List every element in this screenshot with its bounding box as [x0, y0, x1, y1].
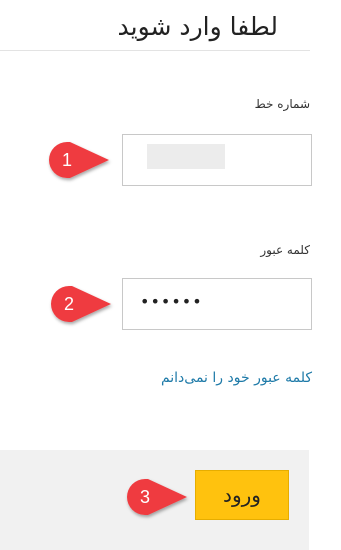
step-2-callout: 2 [50, 285, 112, 323]
redacted-phone-number [147, 144, 225, 169]
step-3-number: 3 [139, 487, 150, 507]
page-title: لطفا وارد شوید [117, 12, 278, 41]
phone-label: شماره خط [254, 97, 310, 111]
login-button[interactable]: ورود [195, 470, 289, 520]
forgot-password-link[interactable]: کلمه عبور خود را نمی‌دانم [161, 370, 312, 386]
step-1-callout: 1 [48, 141, 110, 179]
password-masked-value: •••••• [140, 292, 203, 311]
phone-input[interactable]: ۰ [122, 134, 312, 186]
page-header: لطفا وارد شوید [0, 0, 310, 51]
password-input[interactable]: •••••• [122, 278, 312, 330]
step-3-callout: 3 [126, 478, 188, 516]
step-2-number: 2 [63, 294, 74, 314]
login-page: لطفا وارد شوید شماره خط ۰ کلمه عبور ••••… [0, 0, 341, 550]
step-1-number: 1 [61, 150, 72, 170]
password-label: کلمه عبور [260, 243, 310, 257]
